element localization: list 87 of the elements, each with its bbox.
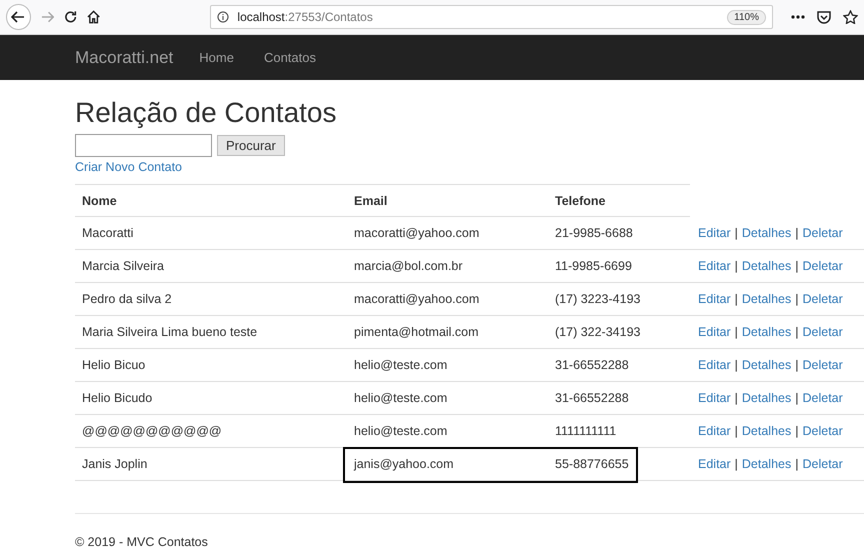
separator: |: [795, 391, 798, 405]
info-icon: [217, 11, 230, 23]
search-field[interactable]: [75, 134, 212, 157]
separator: |: [795, 259, 798, 273]
separator: |: [734, 424, 738, 438]
separator: |: [795, 424, 798, 438]
nav-link[interactable]: Contatos: [264, 50, 316, 65]
action-link[interactable]: Deletar: [802, 226, 843, 240]
table-cell-text: Marcia Silveira: [81, 259, 165, 273]
action-link[interactable]: Editar: [698, 259, 731, 273]
column-header: Email: [353, 194, 388, 208]
table-cell-text: macoratti@yahoo.com: [353, 292, 480, 306]
action-link[interactable]: Deletar: [802, 457, 843, 471]
table-cell-text: helio@teste.com: [353, 424, 448, 438]
separator: |: [795, 358, 798, 372]
table-cell-text: Maria Silveira Lima bueno teste: [81, 325, 258, 339]
zoom-badge[interactable]: 110%: [727, 10, 766, 24]
table-cell-text: 31-66552288: [554, 391, 630, 405]
table-cell-text: 1111111111: [554, 424, 618, 438]
action-link[interactable]: Deletar: [802, 292, 843, 306]
action-link[interactable]: Deletar: [802, 259, 843, 273]
action-link[interactable]: Detalhes: [742, 292, 792, 306]
action-link[interactable]: Deletar: [802, 391, 843, 405]
back-arrow-icon: [11, 11, 26, 23]
action-link[interactable]: Editar: [698, 325, 731, 339]
separator: |: [734, 457, 738, 471]
table-cell-text: janis@yahoo.com: [352, 457, 455, 471]
table-cell-text: Helio Bicudo: [81, 391, 154, 405]
table-cell-text: 55-88776655: [554, 457, 630, 471]
table-cell-text: Helio Bicuo: [81, 358, 146, 372]
action-link[interactable]: Detalhes: [742, 424, 792, 438]
action-link[interactable]: Deletar: [802, 424, 843, 438]
more-icon[interactable]: [790, 15, 805, 19]
home-icon[interactable]: [87, 10, 100, 24]
table-cell-text: 21-9985-6688: [554, 226, 634, 240]
action-link[interactable]: Detalhes: [742, 226, 792, 240]
action-link[interactable]: Detalhes: [742, 457, 792, 471]
action-link[interactable]: Editar: [698, 424, 731, 438]
page-title: Relação de Contatos: [75, 97, 338, 129]
create-link[interactable]: Criar Novo Contato: [75, 160, 182, 174]
action-link[interactable]: Detalhes: [742, 391, 792, 405]
table-cell-text: pimenta@hotmail.com: [353, 325, 480, 339]
table-cell-text: (17) 3223-4193: [554, 292, 642, 306]
separator: |: [734, 325, 738, 339]
action-link[interactable]: Detalhes: [742, 325, 792, 339]
star-icon[interactable]: [842, 10, 858, 24]
action-link[interactable]: Editar: [698, 358, 731, 372]
column-header: Telefone: [554, 194, 606, 208]
separator: |: [795, 457, 798, 471]
table-cell-text: helio@teste.com: [353, 391, 448, 405]
separator: |: [734, 358, 738, 372]
action-link[interactable]: Deletar: [802, 325, 843, 339]
separator: |: [795, 226, 798, 240]
table-cell-text: Macoratti: [81, 226, 134, 240]
table-cell-text: macoratti@yahoo.com: [353, 226, 480, 240]
action-link[interactable]: Editar: [698, 226, 731, 240]
separator: |: [734, 391, 738, 405]
action-link[interactable]: Editar: [698, 391, 731, 405]
table-cell-text: Pedro da silva 2: [81, 292, 173, 306]
separator: |: [734, 226, 738, 240]
table-cell-text: 11-9985-6699: [554, 259, 633, 273]
separator: |: [795, 325, 798, 339]
nav-link[interactable]: Home: [199, 50, 234, 65]
table-cell-text: 31-66552288: [554, 358, 630, 372]
separator: |: [734, 292, 738, 306]
action-link[interactable]: Detalhes: [742, 259, 792, 273]
table-cell-text: (17) 322-34193: [554, 325, 642, 339]
action-link[interactable]: Detalhes: [742, 358, 792, 372]
action-link[interactable]: Editar: [698, 292, 731, 306]
pocket-icon[interactable]: [816, 10, 831, 24]
table-cell-text: marcia@bol.com.br: [353, 259, 464, 273]
separator: |: [734, 259, 738, 273]
action-link[interactable]: Editar: [698, 457, 731, 471]
address-bar[interactable]: localhost:27553/Contatos 110%: [210, 5, 773, 29]
table-cell-text: @@@@@@@@@@@: [81, 424, 223, 438]
reload-icon[interactable]: [64, 10, 78, 24]
table-cell-text: Janis Joplin: [81, 457, 148, 471]
table-cell-text: helio@teste.com: [353, 358, 448, 372]
url-path: :27553/Contatos: [284, 10, 373, 24]
search-button[interactable]: Procurar: [217, 135, 285, 156]
action-link[interactable]: Deletar: [802, 358, 843, 372]
separator: |: [795, 292, 798, 306]
brand-link[interactable]: Macoratti.net: [75, 48, 174, 68]
column-header: Nome: [81, 194, 118, 208]
back-button[interactable]: [6, 4, 31, 30]
url-host: localhost: [237, 10, 285, 24]
footer-text: © 2019 - MVC Contatos: [75, 535, 208, 549]
